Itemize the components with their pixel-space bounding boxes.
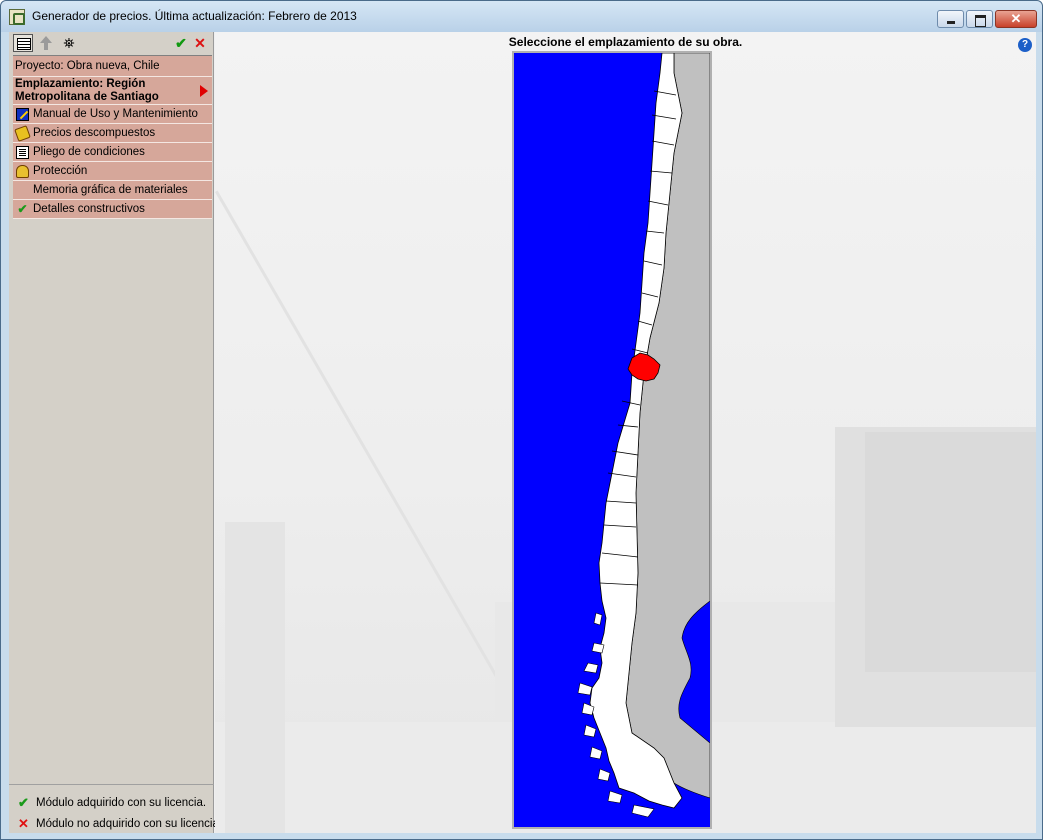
- document-icon: [16, 146, 29, 159]
- toolbar: ⛯ ✔ ✕: [9, 32, 214, 55]
- legend-not-acquired-label: Módulo no adquirido con su licencia.: [36, 818, 223, 830]
- app-window: Generador de precios. Última actualizaci…: [0, 0, 1043, 840]
- menu-item-precios[interactable]: Precios descompuestos: [13, 124, 212, 143]
- menu-item-memoria[interactable]: Memoria gráfica de materiales: [13, 181, 212, 200]
- menu-item-label: Precios descompuestos: [33, 127, 156, 139]
- location-row[interactable]: Emplazamiento: Región Metropolitana de S…: [13, 77, 212, 105]
- helmet-icon: [16, 165, 29, 178]
- legend-acquired-label: Módulo adquirido con su licencia.: [36, 797, 207, 809]
- menu-item-label: Pliego de condiciones: [33, 146, 145, 158]
- menu-item-manual[interactable]: Manual de Uso y Mantenimiento: [13, 105, 212, 124]
- list-view-icon[interactable]: [13, 34, 33, 52]
- license-legend: ✔ Módulo adquirido con su licencia. ✕ Mó…: [9, 784, 222, 834]
- manual-icon: [16, 108, 29, 121]
- minimize-button[interactable]: [937, 10, 964, 28]
- legend-acquired: ✔ Módulo adquirido con su licencia.: [9, 793, 214, 813]
- check-icon: ✔: [18, 795, 29, 810]
- menu-item-label: Detalles constructivos: [33, 203, 145, 215]
- arrow-right-icon: [200, 85, 208, 97]
- maximize-icon: [967, 11, 992, 27]
- background-render: [865, 432, 1036, 672]
- location-map: [512, 51, 712, 829]
- map-instruction: Seleccione el emplazamiento de su obra.: [508, 35, 743, 49]
- client-area: ⛯ ✔ ✕ Proyecto: Obra nueva, Chile Emplaz…: [9, 32, 1036, 833]
- up-arrow-icon[interactable]: [36, 34, 56, 52]
- menu-list: Proyecto: Obra nueva, Chile Emplazamient…: [13, 55, 212, 784]
- cross-icon: ✕: [18, 816, 29, 831]
- window-title: Generador de precios. Última actualizaci…: [32, 9, 357, 23]
- title-bar[interactable]: Generador de precios. Última actualizaci…: [1, 1, 1042, 32]
- app-icon[interactable]: [9, 9, 25, 25]
- chile-map: [514, 53, 710, 827]
- check-icon: ✔: [17, 202, 28, 216]
- price-tag-icon: [14, 125, 31, 142]
- menu-item-label: Protección: [33, 165, 88, 177]
- main-panel: Seleccione el emplazamiento de su obra. …: [215, 32, 1036, 833]
- help-icon[interactable]: ?: [1018, 38, 1032, 52]
- accept-icon[interactable]: ✔: [171, 34, 191, 52]
- menu-item-proteccion[interactable]: Protección: [13, 162, 212, 181]
- left-panel: ⛯ ✔ ✕ Proyecto: Obra nueva, Chile Emplaz…: [9, 32, 222, 834]
- binoculars-icon[interactable]: ⛯: [59, 34, 79, 52]
- menu-item-pliego[interactable]: Pliego de condiciones: [13, 143, 212, 162]
- minimize-icon: [938, 11, 963, 27]
- cancel-icon[interactable]: ✕: [190, 34, 210, 52]
- menu-item-label: Memoria gráfica de materiales: [33, 184, 188, 196]
- close-icon: ✕: [1010, 11, 1022, 26]
- project-row[interactable]: Proyecto: Obra nueva, Chile: [13, 56, 212, 77]
- menu-item-label: Manual de Uso y Mantenimiento: [33, 108, 198, 120]
- legend-not-acquired: ✕ Módulo no adquirido con su licencia.: [9, 814, 222, 834]
- close-button[interactable]: ✕: [995, 10, 1037, 28]
- maximize-button[interactable]: [966, 10, 993, 28]
- menu-item-detalles[interactable]: ✔ Detalles constructivos: [13, 200, 212, 219]
- background-render: [225, 522, 285, 833]
- location-label: Emplazamiento: Región Metropolitana de S…: [15, 78, 159, 103]
- project-label: Proyecto: Obra nueva, Chile: [15, 60, 160, 72]
